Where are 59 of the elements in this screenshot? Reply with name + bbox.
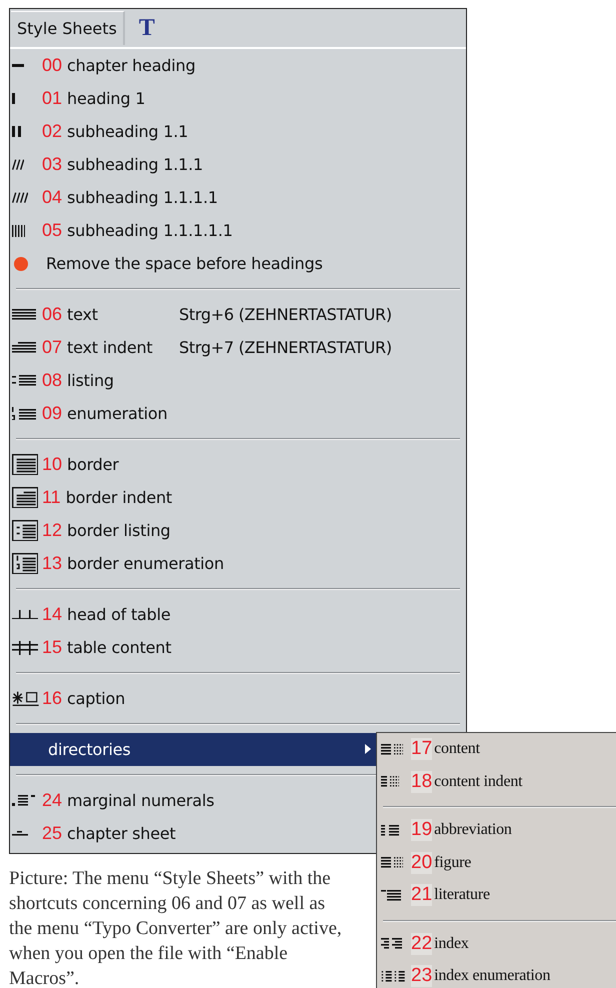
menu-item[interactable]: 14 head of table [10,598,170,631]
style-icon [12,831,28,836]
style-icon [12,158,24,170]
menu-item[interactable]: 00 chapter heading [10,49,196,82]
style-icon [12,454,38,476]
menu-item[interactable]: 20figure [377,846,472,879]
style-icon [12,610,38,620]
style-icon [12,375,36,386]
menu-item[interactable]: 18content indent [377,766,522,798]
style-icon [12,309,36,320]
menu-item[interactable]: 25 chapter sheet [10,817,176,850]
menu-item[interactable]: 05 subheading 1.1.1.1.1 [10,214,233,247]
style-icon [12,486,38,508]
style-icon [12,406,36,420]
style-icon [12,640,38,654]
style-icon [12,552,38,574]
style-icon [381,824,399,836]
style-icon [381,970,405,982]
submenu-item[interactable]: directories [10,733,376,766]
style-icon [381,857,404,868]
menu-item[interactable]: 24 marginal numerals [10,784,214,817]
style-icon [12,126,21,137]
menu-item[interactable]: 09 enumeration [10,397,168,430]
style-icon [381,776,400,788]
style-icon [12,690,39,706]
style-icon [12,64,24,67]
menu-item[interactable]: 03 subheading 1.1.1 [10,148,203,181]
menu-item[interactable]: 17content [377,733,480,766]
style-icon [12,93,15,104]
menu-item[interactable]: 12 border listing [10,514,170,547]
converter-button[interactable]: T [134,14,159,42]
menu-item[interactable]: 15 table content [10,631,172,664]
menu-item[interactable]: 23index enumeration [377,960,550,988]
style-icon [381,890,401,901]
style-icon [12,192,28,204]
menu-item[interactable]: 04 subheading 1.1.1.1 [10,181,218,214]
menu-item[interactable]: 21literature [377,879,490,912]
figure-caption: Picture: The menu “Style Sheets” with the shortcuts concerning 06 and 07 as well as the menu “Typo Converter” are only active, when you open the file with “Enable Macros”. [9,867,343,988]
style-icon [12,224,26,236]
menu-item[interactable]: 22index [377,928,469,960]
menu-item[interactable]: Remove the space before headings [10,247,323,280]
menu-item[interactable]: 01 heading 1 [10,82,146,115]
style-icon [12,520,38,542]
menu-item[interactable]: 07 text indent Strg+7 (ZEHNERTASTATUR) [10,331,392,364]
menu-item[interactable]: 10 border [10,448,119,481]
style-icon [381,938,402,950]
menu-item[interactable]: 02 subheading 1.1 [10,115,188,148]
submenu-arrow-icon [364,743,372,755]
menu-item[interactable]: 16 caption [10,682,126,715]
menu-tab[interactable]: Style Sheets [11,11,125,45]
menu-item[interactable]: 19abbreviation [377,814,512,846]
menu-item[interactable]: 13 border enumeration [10,547,224,580]
menu-item[interactable]: 08 listing [10,364,114,397]
menu-item[interactable]: 06 text Strg+6 (ZEHNERTASTATUR) [10,298,392,331]
style-icon [12,342,36,353]
style-icon [381,744,404,755]
style-icon [12,795,35,806]
dot-icon [12,254,30,272]
menu-item[interactable]: 11 border indent [10,481,172,514]
